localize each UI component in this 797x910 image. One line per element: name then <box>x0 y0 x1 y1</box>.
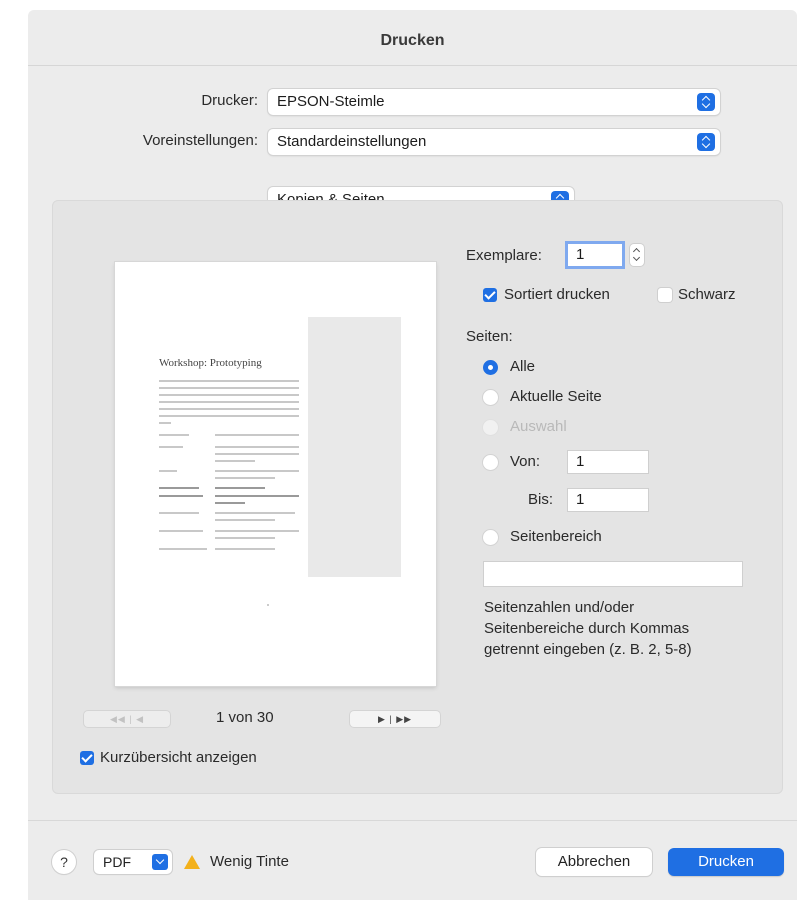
preview-page-number <box>267 604 269 606</box>
page-preview: Workshop: Prototyping <box>115 262 436 686</box>
preview-text-line <box>215 460 255 462</box>
printer-popup[interactable]: EPSON-Steimle <box>268 89 720 115</box>
preview-text-line <box>215 548 275 550</box>
pages-range-input[interactable] <box>484 562 742 586</box>
preview-text-line <box>159 530 203 532</box>
pages-all-radio[interactable] <box>483 360 498 375</box>
pages-all-label: Alle <box>510 358 536 375</box>
preview-text-line <box>159 394 299 396</box>
preview-text-line <box>215 477 275 479</box>
help-icon[interactable]: ? <box>52 850 76 874</box>
pages-hint-line-2: Seitenbereiche durch Kommas <box>484 620 690 637</box>
preview-text-line <box>159 415 299 417</box>
footer-divider <box>28 820 797 821</box>
preview-text-line <box>215 453 299 455</box>
preview-forward-buttons[interactable]: ▶ | ▶▶ <box>350 711 440 727</box>
preview-text-line <box>159 470 177 472</box>
pages-current-label: Aktuelle Seite <box>510 388 602 405</box>
collate-checkbox[interactable] <box>483 288 497 302</box>
popup-chevron-icon <box>697 93 715 111</box>
preview-text-line <box>215 537 275 539</box>
presets-popup[interactable]: Standardeinstellungen <box>268 129 720 155</box>
dialog-title: Drucken <box>28 10 797 66</box>
pages-range-label: Seitenbereich <box>510 528 602 545</box>
page-indicator: 1 von 30 <box>216 709 274 726</box>
preview-text-line <box>215 434 299 436</box>
preview-text-line <box>215 519 275 521</box>
collate-label: Sortiert drucken <box>504 286 610 303</box>
preview-text-line <box>159 487 199 489</box>
pages-from-input[interactable] <box>568 451 648 473</box>
copies-input[interactable] <box>568 244 622 266</box>
pages-to-label: Bis: <box>528 491 554 508</box>
printer-value: EPSON-Steimle <box>277 93 385 110</box>
pdf-menu-button[interactable]: PDF <box>94 850 172 874</box>
popup-chevron-icon <box>697 133 715 151</box>
show-preview-checkbox[interactable] <box>80 751 94 765</box>
preview-text-line <box>159 408 299 410</box>
preview-text-line <box>215 530 299 532</box>
pages-to-input[interactable] <box>568 489 648 511</box>
cancel-button[interactable]: Abbrechen <box>536 848 652 876</box>
preview-text-line <box>159 422 171 424</box>
preview-text-line <box>215 495 299 497</box>
pages-from-label: Von: <box>510 453 541 470</box>
preview-text-line <box>159 548 207 550</box>
black-white-label: Schwarz <box>678 286 736 303</box>
pages-label: Seiten: <box>466 328 513 345</box>
preview-text-line <box>215 502 245 504</box>
black-white-checkbox[interactable] <box>658 288 672 302</box>
printer-label: Drucker: <box>201 92 258 109</box>
preview-text-line <box>215 487 265 489</box>
preview-image-block <box>308 317 401 577</box>
preview-text-line <box>159 434 189 436</box>
preview-text-line <box>215 470 299 472</box>
pages-range-radio[interactable] <box>483 530 498 545</box>
preview-text-line <box>159 512 199 514</box>
preview-text-line <box>215 512 295 514</box>
pages-selection-label: Auswahl <box>510 418 567 435</box>
preview-text-line <box>159 387 299 389</box>
chevron-down-icon <box>152 854 168 870</box>
presets-label: Voreinstellungen: <box>142 132 258 149</box>
ink-warning-label: Wenig Tinte <box>210 853 289 870</box>
preview-doc-title: Workshop: Prototyping <box>159 357 262 369</box>
pages-hint-line-3: getrennt eingeben (z. B. 2, 5-8) <box>484 641 692 658</box>
pages-from-radio[interactable] <box>483 455 498 470</box>
preview-text-line <box>159 380 299 382</box>
print-dialog: Drucken Drucker: EPSON-Steimle Voreinste… <box>28 10 797 900</box>
pages-hint-line-1: Seitenzahlen und/oder <box>484 599 635 616</box>
pdf-label: PDF <box>103 854 131 870</box>
preview-text-line <box>159 446 183 448</box>
pages-selection-radio <box>483 420 498 435</box>
preview-text-line <box>159 495 203 497</box>
show-preview-label: Kurzübersicht anzeigen <box>100 749 257 766</box>
preview-text-line <box>159 401 299 403</box>
copies-label: Exemplare: <box>466 247 542 264</box>
copies-stepper[interactable] <box>630 244 644 266</box>
warning-triangle-icon <box>184 855 200 869</box>
presets-value: Standardeinstellungen <box>277 133 427 150</box>
print-button[interactable]: Drucken <box>668 848 784 876</box>
preview-text-line <box>215 446 299 448</box>
pages-current-radio[interactable] <box>483 390 498 405</box>
preview-back-buttons[interactable]: ◀◀ | ◀ <box>84 711 170 727</box>
